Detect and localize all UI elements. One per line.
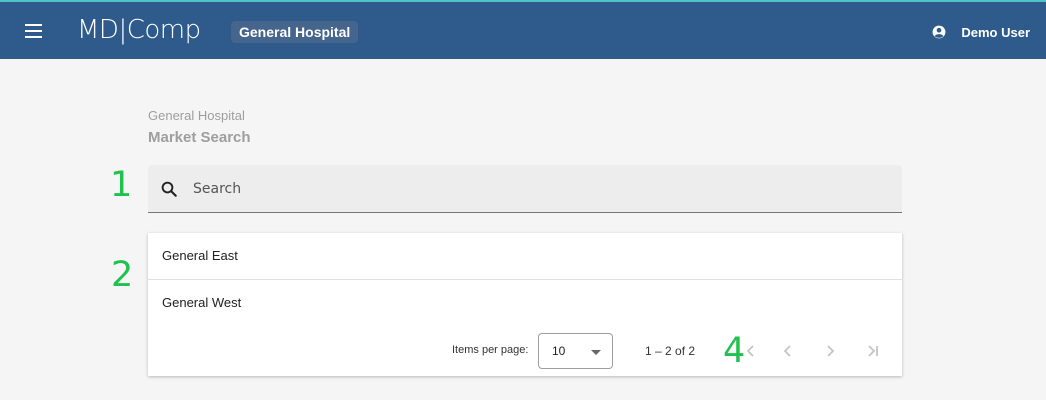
items-per-page-value: 10 xyxy=(552,344,566,358)
search-input[interactable] xyxy=(193,165,883,212)
app-brand: MD|Comp xyxy=(77,15,201,45)
organization-chip: General Hospital xyxy=(231,21,359,43)
user-name: Demo User xyxy=(961,24,1030,40)
annotation-number-1: 1 xyxy=(110,165,133,205)
last-page-icon[interactable] xyxy=(861,339,885,363)
page-title: Market Search xyxy=(148,129,251,146)
list-item[interactable]: General West xyxy=(148,280,902,327)
user-menu-button[interactable]: Demo User xyxy=(932,22,1030,42)
search-icon xyxy=(161,181,177,197)
search-field xyxy=(148,165,902,213)
items-per-page-select[interactable]: 10 xyxy=(538,333,613,369)
hamburger-menu-icon[interactable] xyxy=(22,20,46,42)
annotation-number-4: 4 xyxy=(723,331,746,371)
dropdown-arrow-icon xyxy=(591,350,601,355)
results-card: General East General West Items per page… xyxy=(148,233,902,376)
list-item[interactable]: General East xyxy=(148,233,902,280)
annotation-number-2: 2 xyxy=(111,255,134,295)
items-per-page-label: Items per page: xyxy=(452,344,529,356)
account-circle-icon xyxy=(932,25,946,39)
page-range-label: 1 – 2 of 2 xyxy=(645,344,696,358)
previous-page-icon[interactable] xyxy=(776,339,800,363)
next-page-icon[interactable] xyxy=(818,339,842,363)
breadcrumb: General Hospital xyxy=(148,108,245,123)
top-app-bar: MD|Comp General Hospital Demo User xyxy=(0,0,1046,59)
